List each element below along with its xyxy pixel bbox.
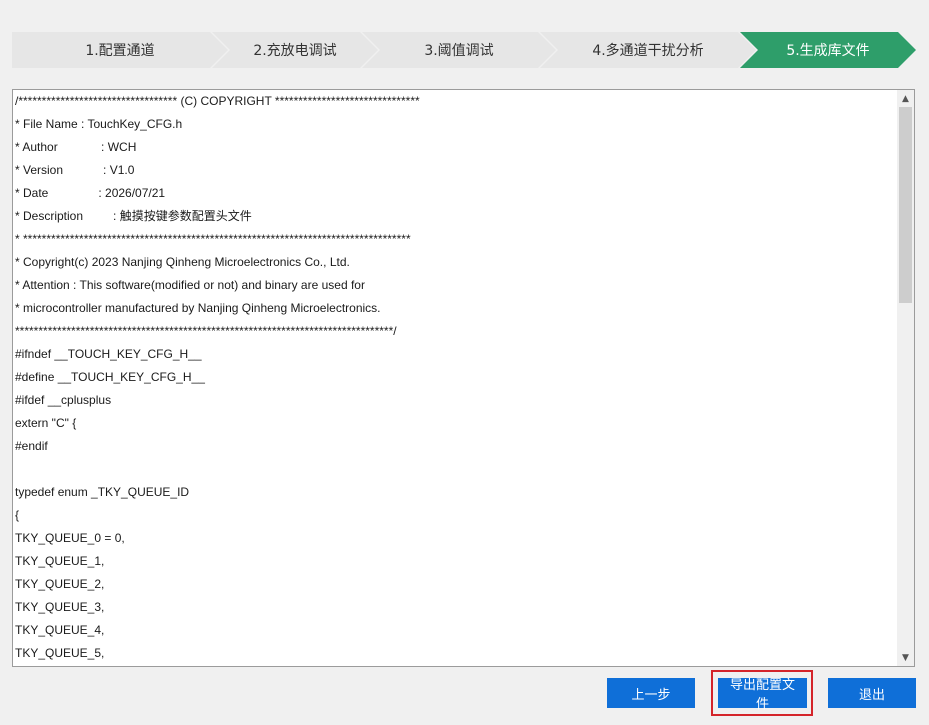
code-line: extern "C" { — [15, 416, 77, 430]
step-4-interference-analysis[interactable]: 4.多通道干扰分析 — [540, 32, 756, 68]
code-line: * Copyright(c) 2023 Nanjing Qinheng Micr… — [15, 255, 350, 269]
code-line: { — [15, 508, 20, 522]
code-line: TKY_QUEUE_3, — [15, 600, 105, 614]
scroll-up-icon[interactable]: ▲ — [897, 90, 914, 107]
code-line: #endif — [15, 439, 48, 453]
code-line: * Date : 2026/07/21 — [15, 186, 166, 200]
code-line: /********************************** (C) … — [15, 94, 420, 108]
code-line: #ifdef __cplusplus — [15, 393, 112, 407]
exit-button[interactable]: 退出 — [828, 678, 916, 708]
code-line: * Description : 触摸按键参数配置头文件 — [15, 209, 252, 223]
vertical-scrollbar[interactable]: ▲ ▼ — [897, 90, 914, 666]
code-line: typedef enum _TKY_QUEUE_ID — [15, 485, 190, 499]
code-line: TKY_QUEUE_1, — [15, 554, 105, 568]
step-2-charge-discharge[interactable]: 2.充放电调试 — [212, 32, 378, 68]
code-line: #define __TOUCH_KEY_CFG_H__ — [15, 370, 205, 384]
code-text-area[interactable]: /********************************** (C) … — [15, 90, 895, 666]
code-line: * microcontroller manufactured by Nanjin… — [15, 301, 381, 315]
code-line: * File Name : TouchKey_CFG.h — [15, 117, 183, 131]
code-line: #ifndef __TOUCH_KEY_CFG_H__ — [15, 347, 202, 361]
code-editor[interactable]: /********************************** (C) … — [12, 89, 915, 667]
code-line: TKY_QUEUE_0 = 0, — [15, 531, 125, 545]
export-config-button[interactable]: 导出配置文件 — [718, 678, 807, 712]
code-line: TKY_QUEUE_5, — [15, 646, 105, 660]
scrollbar-thumb[interactable] — [899, 107, 912, 303]
step-3-threshold[interactable]: 3.阈值调试 — [362, 32, 556, 68]
code-line: TKY_QUEUE_4, — [15, 623, 105, 637]
prev-step-button[interactable]: 上一步 — [607, 678, 695, 708]
code-line: * **************************************… — [15, 232, 411, 246]
wizard-steps: 1.配置通道 2.充放电调试 3.阈值调试 4.多通道干扰分析 5.生成库文件 — [12, 32, 916, 68]
code-line: * Author : WCH — [15, 140, 137, 154]
step-5-generate-library[interactable]: 5.生成库文件 — [740, 32, 916, 68]
code-line: * Version : V1.0 — [15, 163, 135, 177]
code-line: TKY_QUEUE_2, — [15, 577, 105, 591]
code-line: ****************************************… — [15, 324, 397, 338]
scroll-down-icon[interactable]: ▼ — [897, 649, 914, 666]
code-line: * Attention : This software(modified or … — [15, 278, 365, 292]
step-1-configure-channels[interactable]: 1.配置通道 — [12, 32, 228, 68]
